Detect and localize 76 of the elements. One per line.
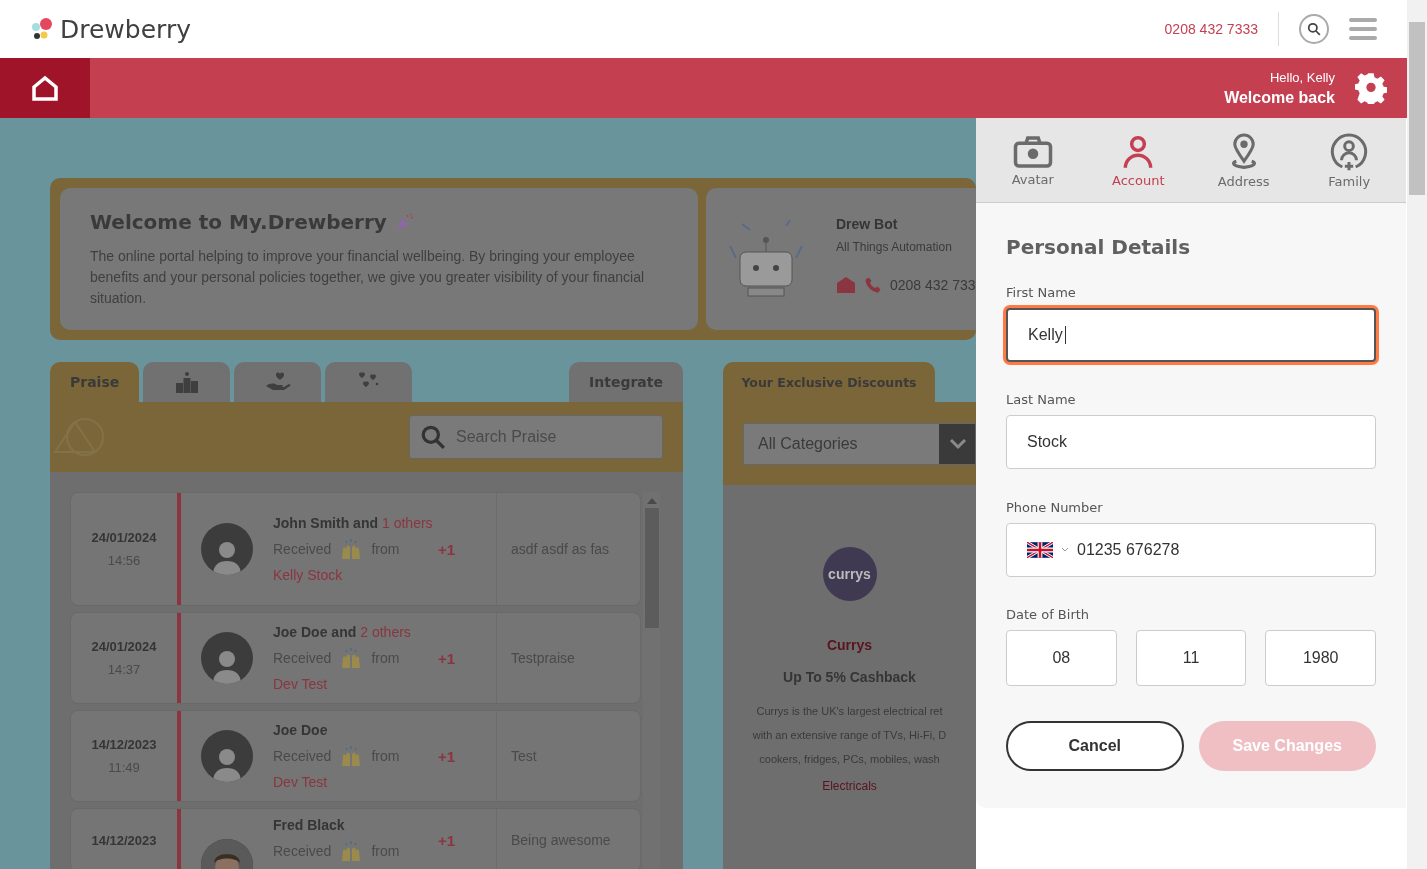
- camera-icon: [1011, 133, 1054, 170]
- text-field[interactable]: Kelly: [1006, 308, 1376, 362]
- date-text: 14/12/2023: [91, 737, 157, 752]
- field-label: First Name: [1006, 285, 1077, 300]
- search-button[interactable]: [1299, 14, 1329, 44]
- caret-icon: [1061, 547, 1069, 553]
- bot-name: Drew Bot: [836, 216, 899, 232]
- others-link[interactable]: 2 others: [360, 624, 411, 640]
- logo-dots-icon: [30, 17, 54, 41]
- drawer-tab[interactable]: Family: [1299, 118, 1400, 202]
- sender-name: Dev Test: [273, 676, 329, 692]
- podium-icon: [174, 371, 199, 393]
- field-label: Last Name: [1006, 392, 1077, 407]
- points-text: +1: [438, 747, 457, 765]
- bot-subtitle: All Things Automation: [836, 240, 953, 254]
- chevron-down-icon: [939, 423, 975, 464]
- scrollbar-thumb[interactable]: [1409, 22, 1425, 195]
- hand-heart-icon: [264, 372, 291, 392]
- points-text: +1: [438, 649, 457, 667]
- person-silhouette-icon: [212, 648, 242, 684]
- phone-number: 01235 676278: [1077, 541, 1180, 559]
- date-field[interactable]: 08: [1006, 630, 1117, 686]
- search-icon: [1307, 22, 1321, 36]
- person-silhouette-icon: [212, 746, 242, 782]
- section-heading: Personal Details: [1006, 235, 1192, 259]
- drawer-tab[interactable]: Account: [1088, 118, 1189, 202]
- date-field[interactable]: 1980: [1265, 630, 1376, 686]
- icon-tab[interactable]: [325, 362, 413, 402]
- add-person-icon: [1329, 131, 1370, 172]
- settings-icon[interactable]: [1355, 72, 1387, 104]
- discounts-tab[interactable]: Your Exclusive Discounts: [723, 362, 935, 402]
- points-text: +1: [438, 831, 457, 849]
- search-icon: [420, 424, 446, 450]
- others-link[interactable]: 1 others: [382, 515, 433, 531]
- text-field[interactable]: Stock: [1006, 415, 1376, 469]
- welcome-text: Welcome back: [1224, 88, 1335, 107]
- icon-tab[interactable]: [143, 362, 231, 402]
- cancel-button[interactable]: Cancel: [1006, 721, 1184, 771]
- integrate-tab[interactable]: Integrate: [569, 362, 683, 402]
- drawer-tab[interactable]: Address: [1193, 118, 1294, 202]
- recipient-name: Joe Doe and: [273, 624, 357, 640]
- greeting-text: Hello, Kelly: [1268, 69, 1335, 85]
- date-text: 24/01/2024: [91, 530, 157, 545]
- offer-name: Currys: [826, 637, 873, 653]
- category-link[interactable]: Electricals: [822, 779, 877, 793]
- date-text: 14/12/2023: [91, 832, 157, 848]
- field-label: Date of Birth: [1006, 607, 1091, 622]
- person-silhouette-icon: [212, 539, 242, 575]
- field-label: Phone Number: [1006, 500, 1104, 515]
- phone-icon[interactable]: [864, 276, 882, 294]
- recipient-name: John Smith and: [273, 515, 378, 531]
- icon-tab[interactable]: [234, 362, 322, 402]
- flag-icon: [1027, 542, 1053, 558]
- phone-link[interactable]: 0208 432 7333: [1164, 21, 1258, 37]
- home-button[interactable]: [0, 58, 90, 118]
- phone-field[interactable]: 01235 676278: [1006, 523, 1376, 577]
- brand-logo: currys: [822, 547, 877, 601]
- bot-phone: 0208 432 733: [890, 277, 976, 293]
- drawer-tab[interactable]: Avatar: [982, 118, 1083, 202]
- category-select[interactable]: All Categories: [743, 422, 976, 465]
- recipient-name: Joe Doe: [273, 722, 328, 738]
- sender-name: Kelly Stock: [273, 567, 344, 583]
- scroll-up-icon[interactable]: [646, 498, 657, 504]
- offer-headline: Up To 5% Cashback: [783, 669, 916, 685]
- logo-text: Drewberry: [60, 14, 191, 44]
- date-text: 24/01/2024: [91, 639, 157, 654]
- recipient-name: Fred Black: [273, 817, 345, 833]
- home-icon: [31, 75, 59, 101]
- party-popper-icon: [394, 212, 415, 232]
- points-text: +1: [438, 540, 457, 558]
- menu-icon[interactable]: [1349, 17, 1377, 41]
- date-field[interactable]: 11: [1135, 630, 1247, 686]
- praise-tab[interactable]: Praise: [50, 362, 140, 402]
- welcome-description: The online portal helping to improve your financial wellbeing. By bringing your employee benefits and your personal policies together, we give you greater visibility of your financial situation.: [90, 247, 646, 308]
- sender-name: Dev Test: [273, 774, 329, 790]
- welcome-title: Welcome to My.Drewberry: [90, 210, 387, 234]
